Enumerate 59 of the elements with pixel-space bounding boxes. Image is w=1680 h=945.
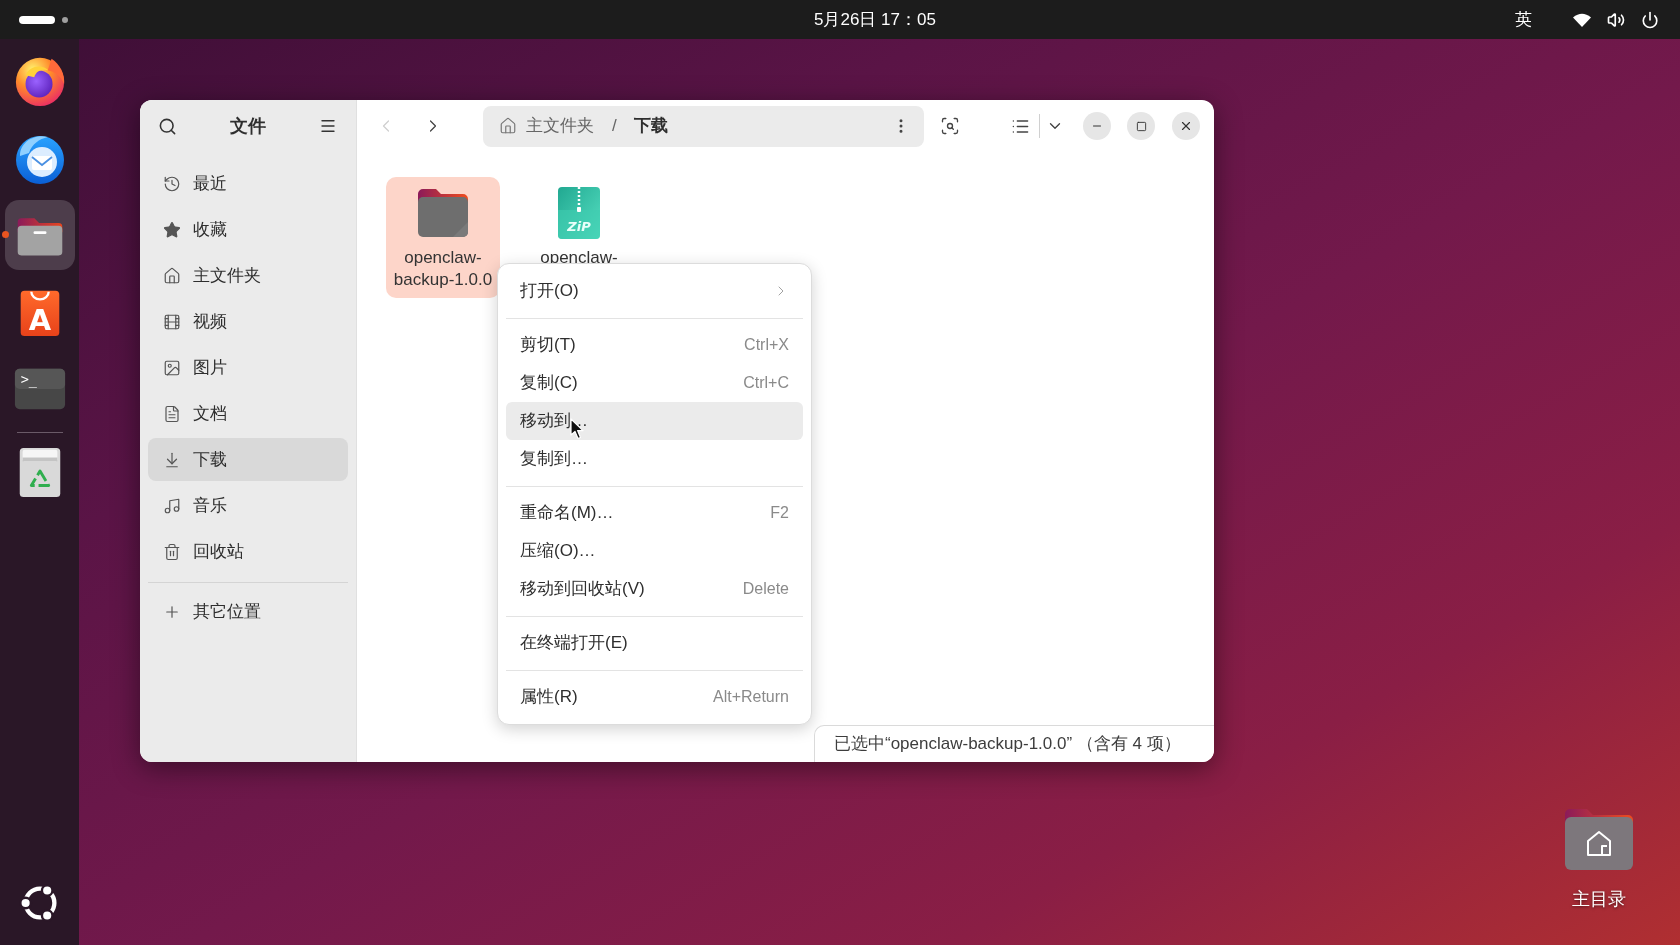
volume-icon[interactable] [1607, 10, 1625, 29]
menu-item[interactable]: 压缩(O)… [506, 532, 803, 570]
menu-item[interactable]: 复制到… [506, 440, 803, 478]
scan-search-icon[interactable] [940, 116, 960, 136]
image-icon [163, 358, 181, 377]
wifi-icon[interactable] [1573, 12, 1591, 27]
menu-item[interactable]: 在终端打开(E) [506, 624, 803, 662]
sidebar-item[interactable]: 最近 [148, 162, 348, 205]
workspace-indicator-icon[interactable] [19, 15, 69, 24]
maximize-icon [1135, 120, 1147, 132]
music-note-icon [163, 496, 181, 515]
download-icon [163, 450, 181, 469]
home-icon [499, 117, 517, 135]
menu-item[interactable]: 剪切(T) Ctrl+X [506, 326, 803, 364]
film-icon [163, 312, 181, 331]
close-button[interactable] [1172, 112, 1200, 140]
history-icon [163, 174, 181, 193]
shortcut-label: Delete [742, 579, 789, 599]
shortcut-label: Ctrl+C [743, 373, 789, 393]
document-icon [163, 404, 181, 423]
sidebar-item[interactable]: 下载 [148, 438, 348, 481]
sidebar-item[interactable]: 主文件夹 [148, 254, 348, 297]
menu-item[interactable]: 复制(C) Ctrl+C [506, 364, 803, 402]
file-item[interactable]: openclaw-backup-1.0.0 [386, 177, 500, 298]
dock-app-button[interactable]: A [4, 276, 75, 347]
mouse-pointer-icon [570, 418, 584, 440]
home-icon [163, 266, 181, 285]
sidebar-item[interactable]: 回收站 [148, 530, 348, 573]
sidebar-title: 文件 [229, 114, 266, 138]
path-segment[interactable]: 主文件夹 [499, 113, 594, 139]
sidebar-item[interactable]: 收藏 [148, 208, 348, 251]
power-icon[interactable] [1641, 10, 1659, 29]
dock-app-button[interactable] [4, 199, 75, 270]
path-separator: / [612, 115, 617, 138]
menu-item[interactable]: 重命名(M)… F2 [506, 494, 803, 532]
trash-icon [163, 542, 181, 561]
sidebar-item[interactable]: 音乐 [148, 484, 348, 527]
other-locations-item[interactable]: 其它位置 [148, 590, 348, 633]
sidebar-item[interactable]: 文档 [148, 392, 348, 435]
selection-status: 已选中“openclaw-backup-1.0.0” （含有 4 项） [814, 725, 1214, 762]
input-method-button[interactable]: 英 [1515, 6, 1532, 33]
shortcut-label: Ctrl+X [744, 335, 789, 355]
star-icon [163, 220, 181, 239]
shortcut-label: F2 [770, 503, 789, 523]
maximize-button[interactable] [1127, 112, 1155, 140]
search-icon[interactable] [157, 116, 177, 136]
menu-item[interactable]: 移动到回收站(V) Delete [506, 570, 803, 608]
path-segment[interactable]: 下载 [633, 113, 668, 139]
home-folder-icon [1564, 807, 1634, 871]
menu-item[interactable]: 属性(R) Alt+Return [506, 678, 803, 716]
sidebar-item[interactable]: 视频 [148, 300, 348, 343]
sidebar-item[interactable]: 图片 [148, 346, 348, 389]
folder-icon [417, 188, 469, 238]
close-icon [1179, 119, 1193, 133]
zip-archive-icon: ZiP [557, 186, 601, 240]
menu-icon[interactable] [319, 117, 337, 135]
dock-app-button[interactable]: >_ [4, 353, 75, 424]
clock-button[interactable]: 5月26日 17：05 [814, 6, 936, 33]
shortcut-label: Alt+Return [712, 687, 789, 707]
